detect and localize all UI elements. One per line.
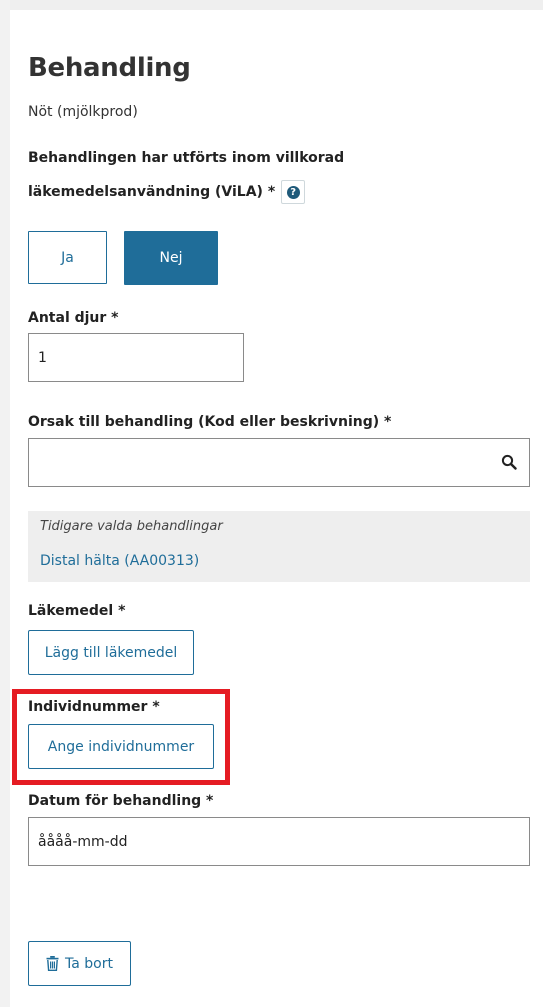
top-border [0, 0, 543, 10]
delete-button-label: Ta bort [65, 955, 113, 972]
previous-treatments-title: Tidigare valda behandlingar [40, 519, 223, 534]
vila-label-line1: Behandlingen har utförts inom villkorad [28, 150, 345, 166]
vila-label-line2: läkemedelsanvändning (ViLA) * ? [28, 180, 306, 204]
previous-treatments-box: Tidigare valda behandlingar Distal hälta… [28, 511, 530, 582]
page-title: Behandling [28, 53, 191, 83]
treatment-reason-input[interactable] [28, 438, 530, 487]
previous-treatment-link[interactable]: Distal hälta (AA00313) [40, 553, 199, 569]
search-icon[interactable] [501, 454, 517, 470]
trash-icon [46, 956, 59, 971]
delete-button[interactable]: Ta bort [28, 941, 131, 986]
individual-number-label: Individnummer * [28, 699, 160, 715]
medicine-label: Läkemedel * [28, 603, 126, 619]
vila-no-button[interactable]: Nej [124, 231, 218, 285]
question-circle-icon: ? [286, 185, 300, 199]
animal-category: Nöt (mjölkprod) [28, 104, 138, 120]
left-border [0, 0, 10, 1007]
vila-yes-button[interactable]: Ja [28, 231, 107, 284]
treatment-date-input[interactable]: åååå-mm-dd [28, 817, 530, 866]
vila-label-text: läkemedelsanvändning (ViLA) * [28, 184, 276, 200]
enter-individual-number-button[interactable]: Ange individnummer [28, 724, 214, 769]
treatment-reason-label: Orsak till behandling (Kod eller beskriv… [28, 414, 392, 430]
help-button[interactable]: ? [281, 180, 306, 204]
treatment-date-label: Datum för behandling * [28, 793, 214, 809]
animal-count-input[interactable]: 1 [28, 333, 244, 382]
add-medicine-button[interactable]: Lägg till läkemedel [28, 630, 194, 675]
animal-count-label: Antal djur * [28, 310, 119, 326]
